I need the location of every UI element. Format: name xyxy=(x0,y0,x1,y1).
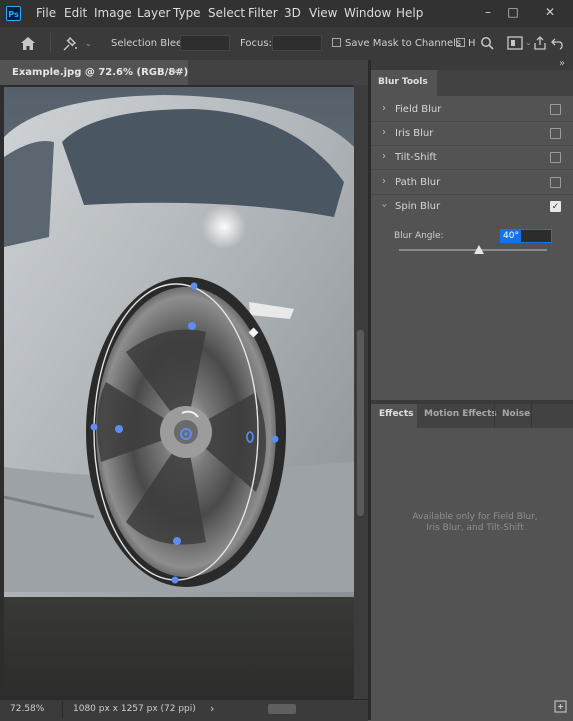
chevron-right-icon[interactable]: › xyxy=(382,103,386,114)
pin-tool-icon[interactable] xyxy=(61,36,79,52)
menu-layer[interactable]: Layer xyxy=(137,6,170,20)
focus-label: Focus: xyxy=(240,38,272,49)
divider xyxy=(62,701,63,718)
effects-note-line1: Available only for Field Blur, xyxy=(412,512,538,522)
menu-view[interactable]: View xyxy=(309,6,337,20)
new-layer-icon[interactable] xyxy=(554,700,567,713)
document-tab-title: Example.jpg @ 72.6% (RGB/8#) xyxy=(12,67,189,78)
tab-noise[interactable]: Noise xyxy=(502,409,530,419)
search-icon[interactable] xyxy=(480,36,494,50)
menu-file[interactable]: File xyxy=(36,6,56,20)
blur-angle-slider-thumb[interactable] xyxy=(473,245,484,254)
iris-blur-checkbox[interactable] xyxy=(550,128,561,139)
close-tab-button[interactable]: × xyxy=(171,65,180,78)
minimize-button[interactable]: – xyxy=(478,4,498,20)
chevron-right-icon[interactable]: › xyxy=(382,151,386,162)
status-arrow-icon[interactable]: › xyxy=(210,702,214,715)
divider xyxy=(531,404,532,428)
effects-unavailable-note: Available only for Field Blur, Iris Blur… xyxy=(395,512,555,534)
chevron-down-icon[interactable]: › xyxy=(379,204,390,208)
path-blur-checkbox[interactable] xyxy=(550,177,561,188)
spin-blur-checkbox[interactable]: ✓ xyxy=(550,201,561,212)
blur-angle-value[interactable]: 40° xyxy=(501,230,521,242)
blur-tools-title: Blur Tools xyxy=(378,77,428,87)
car-photo-canvas[interactable] xyxy=(4,87,354,699)
menu-3d[interactable]: 3D xyxy=(284,6,301,20)
photoshop-logo[interactable]: Ps xyxy=(6,6,21,21)
chevron-down-icon[interactable]: ⌄ xyxy=(85,39,92,48)
panel-footer xyxy=(371,699,573,720)
tilt-shift-label: Tilt-Shift xyxy=(395,152,437,163)
panel-collapse-bar[interactable] xyxy=(371,60,573,70)
undo-icon[interactable] xyxy=(551,36,565,50)
tab-motion-effects[interactable]: Motion Effects xyxy=(424,409,497,419)
restore-button[interactable]: □ xyxy=(503,4,523,20)
divider xyxy=(50,33,51,53)
close-window-button[interactable]: ✕ xyxy=(540,4,560,20)
focus-input[interactable] xyxy=(272,35,322,51)
menu-image[interactable]: Image xyxy=(94,6,132,20)
save-mask-checkbox[interactable] xyxy=(332,38,341,47)
chevron-right-icon[interactable]: › xyxy=(382,127,386,138)
menu-help[interactable]: Help xyxy=(396,6,423,20)
chevron-right-icon[interactable]: › xyxy=(382,176,386,187)
h-checkbox[interactable] xyxy=(456,38,465,47)
menu-window[interactable]: Window xyxy=(344,6,391,20)
tab-effects-label[interactable]: Effects xyxy=(379,409,414,419)
chevron-down-icon[interactable]: ⌄ xyxy=(525,38,532,47)
zoom-level[interactable]: 72.58% xyxy=(10,704,44,714)
blur-angle-label: Blur Angle: xyxy=(394,231,444,241)
document-size: 1080 px x 1257 px (72 ppi) xyxy=(73,704,196,714)
effects-note-line2: Iris Blur, and Tilt-Shift xyxy=(426,523,524,533)
h-label: H xyxy=(468,38,476,49)
vertical-scroll-thumb[interactable] xyxy=(357,330,364,516)
horizontal-scroll-thumb[interactable] xyxy=(268,704,296,714)
share-icon[interactable] xyxy=(533,36,547,50)
save-mask-label: Save Mask to Channels xyxy=(345,38,462,49)
divider xyxy=(494,404,495,428)
selection-bleed-input[interactable] xyxy=(180,35,230,51)
path-blur-label: Path Blur xyxy=(395,177,441,188)
menu-edit[interactable]: Edit xyxy=(64,6,87,20)
field-blur-checkbox[interactable] xyxy=(550,104,561,115)
menu-select[interactable]: Select xyxy=(208,6,245,20)
spin-blur-label: Spin Blur xyxy=(395,201,441,212)
field-blur-label: Field Blur xyxy=(395,104,442,115)
collapse-panels-icon[interactable]: » xyxy=(559,58,565,69)
tilt-shift-checkbox[interactable] xyxy=(550,152,561,163)
iris-blur-label: Iris Blur xyxy=(395,128,434,139)
home-icon[interactable] xyxy=(20,36,36,51)
menu-type[interactable]: Type xyxy=(173,6,201,20)
workspace-icon[interactable] xyxy=(507,36,523,50)
menu-filter[interactable]: Filter xyxy=(248,6,278,20)
